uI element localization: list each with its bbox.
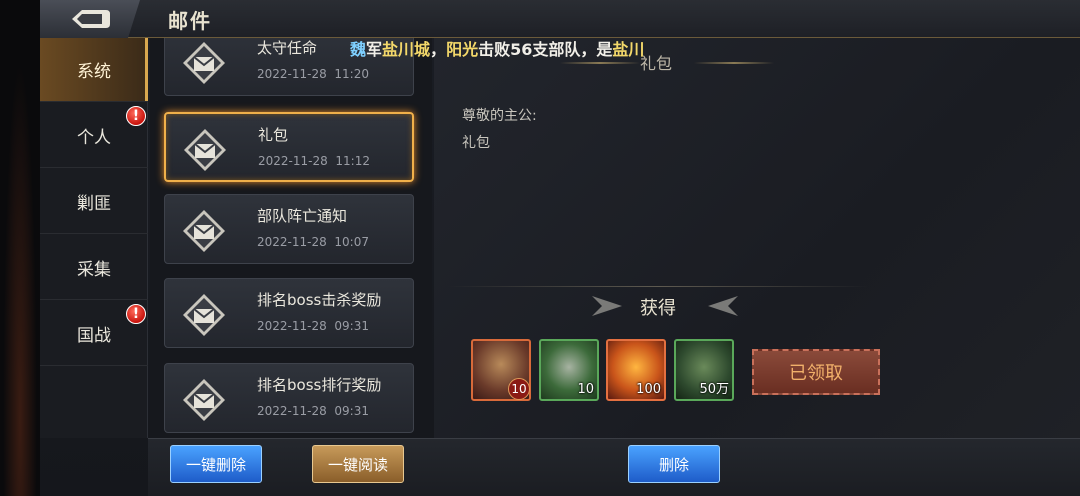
tab-label: 剿匪 [77, 194, 111, 214]
reward-title: 获得 [640, 298, 676, 319]
item-count: 50万 [699, 382, 729, 397]
read-all-button[interactable]: 一键阅读 [312, 445, 404, 483]
alert-badge-icon: ! [126, 106, 146, 126]
bottom-toolbar [148, 438, 1080, 496]
mail-item[interactable]: 排名boss排行奖励 2022-11-28 09:31 [164, 363, 414, 433]
title-divider [694, 62, 774, 64]
tab-label: 系统 [77, 62, 111, 82]
tab-label: 采集 [77, 260, 111, 280]
item-count: 10 [577, 382, 594, 397]
item-level-badge: 10 [508, 378, 530, 400]
mail-subject: 排名boss击杀奖励 [257, 291, 382, 309]
envelope-icon [183, 42, 225, 84]
item-count: 100 [636, 382, 661, 397]
screen-edge [0, 0, 40, 496]
delete-all-button[interactable]: 一键删除 [170, 445, 262, 483]
tab-label: 国战 [77, 326, 111, 346]
tab-personal[interactable]: 个人 ! [40, 104, 148, 168]
mail-subject: 太守任命 [257, 39, 318, 57]
envelope-icon [183, 379, 225, 421]
back-arrow-icon [72, 10, 110, 28]
envelope-icon [183, 210, 225, 252]
mail-greeting: 尊敬的主公: [462, 108, 537, 124]
delete-button[interactable]: 删除 [628, 445, 720, 483]
mail-time: 2022-11-28 10:07 [257, 235, 369, 249]
title-divider [560, 62, 640, 64]
tab-war[interactable]: 国战 ! [40, 302, 148, 366]
wing-right-icon [708, 296, 738, 316]
mail-subject: 排名boss排行奖励 [257, 376, 382, 394]
reward-divider [448, 286, 868, 287]
mail-time: 2022-11-28 11:20 [257, 67, 369, 81]
reward-item-gold-icon[interactable]: 100 [606, 339, 666, 401]
category-sidebar: 系统 个人 ! 剿匪 采集 国战 ! [40, 38, 148, 438]
mail-item-selected[interactable]: 礼包 2022-11-28 11:12 [164, 112, 414, 182]
mail-item[interactable]: 排名boss击杀奖励 2022-11-28 09:31 [164, 278, 414, 348]
mail-body: 礼包 [462, 135, 490, 151]
mail-time: 2022-11-28 11:12 [258, 154, 370, 168]
tab-bandit[interactable]: 剿匪 [40, 170, 148, 234]
page-title: 邮件 [168, 9, 212, 33]
back-button[interactable] [40, 0, 140, 38]
alert-badge-icon: ! [126, 304, 146, 324]
tab-label: 个人 [77, 128, 111, 148]
claimed-button[interactable]: 已领取 [752, 349, 880, 395]
news-ticker: 魏军盐川城，阳光击败56支部队，是盐川 [350, 40, 645, 58]
reward-item-speedup-icon[interactable]: 10 [539, 339, 599, 401]
mail-time: 2022-11-28 09:31 [257, 319, 369, 333]
wing-left-icon [592, 296, 622, 316]
mail-item[interactable]: 部队阵亡通知 2022-11-28 10:07 [164, 194, 414, 264]
envelope-icon [183, 294, 225, 336]
mail-subject: 部队阵亡通知 [257, 207, 348, 225]
mail-time: 2022-11-28 09:31 [257, 404, 369, 418]
tab-system[interactable]: 系统 [40, 38, 148, 102]
envelope-icon [184, 129, 226, 171]
reward-item-coin-icon[interactable]: 50万 [674, 339, 734, 401]
mail-list[interactable]: 太守任命 2022-11-28 11:20 礼包 2022-11-28 11:1… [150, 38, 432, 438]
tab-gather[interactable]: 采集 [40, 236, 148, 300]
mail-subject: 礼包 [258, 126, 289, 144]
